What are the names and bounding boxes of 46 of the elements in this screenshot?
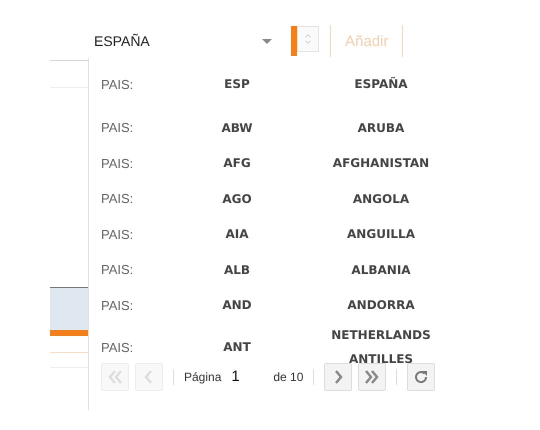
spin-arrows-icon — [297, 26, 319, 52]
option-name: NETHERLANDS ANTILLES — [330, 327, 432, 368]
option-name: ESPAÑA — [353, 76, 409, 93]
option-row[interactable]: PAIS: AFG AFGHANISTAN — [101, 146, 478, 181]
option-label: PAIS: — [101, 340, 134, 354]
option-code: ANT — [222, 340, 252, 354]
option-name: ANGUILLA — [346, 226, 416, 244]
caret-icon — [262, 38, 272, 44]
option-label: PAIS: — [101, 120, 134, 136]
option-label: PAIS: — [101, 76, 134, 92]
option-code: AIA — [224, 227, 250, 242]
page-label: Página — [184, 370, 222, 384]
option-code: AFG — [222, 156, 252, 170]
page-number-field[interactable]: 1 — [227, 368, 268, 385]
refresh-icon — [413, 368, 430, 384]
page-total: de 10 — [273, 370, 304, 384]
refresh-button[interactable] — [407, 362, 436, 390]
option-label: PAIS: — [101, 262, 134, 278]
double-chevron-left-icon — [107, 370, 123, 384]
option-row[interactable]: PAIS: ABW ARUBA — [101, 110, 478, 146]
option-code: AGO — [221, 192, 253, 206]
country-combo[interactable]: ESPAÑA — [90, 25, 278, 57]
option-row[interactable]: PAIS: ALB ALBANIA — [101, 252, 478, 288]
option-label: PAIS: — [101, 156, 134, 171]
option-code: ALB — [222, 262, 252, 277]
option-name: ANDORRA — [346, 297, 416, 314]
last-page-button[interactable] — [358, 362, 386, 390]
option-row[interactable]: PAIS: AND ANDORRA — [101, 288, 478, 323]
option-name: ALBANIA — [350, 262, 412, 279]
option-label: PAIS: — [101, 191, 134, 206]
option-name: ANGOLA — [352, 190, 410, 208]
option-row[interactable]: PAIS: AIA ANGUILLA — [101, 216, 478, 252]
option-label: PAIS: — [101, 298, 134, 313]
chevron-right-icon — [333, 370, 344, 384]
option-code: AND — [221, 298, 253, 312]
option-name: ARUBA — [356, 120, 406, 137]
option-code: ESP — [223, 77, 251, 91]
option-name: AFGHANISTAN — [332, 155, 430, 172]
option-code: ABW — [220, 120, 254, 135]
option-label: PAIS: — [101, 226, 134, 242]
option-row[interactable]: PAIS: ESP ESPAÑA — [101, 58, 478, 110]
next-page-button[interactable] — [324, 362, 352, 390]
chevron-left-icon — [144, 370, 154, 384]
spinner-field[interactable] — [291, 26, 319, 56]
double-chevron-right-icon — [364, 370, 380, 384]
option-row[interactable]: PAIS: AGO ANGOLA — [101, 181, 478, 216]
